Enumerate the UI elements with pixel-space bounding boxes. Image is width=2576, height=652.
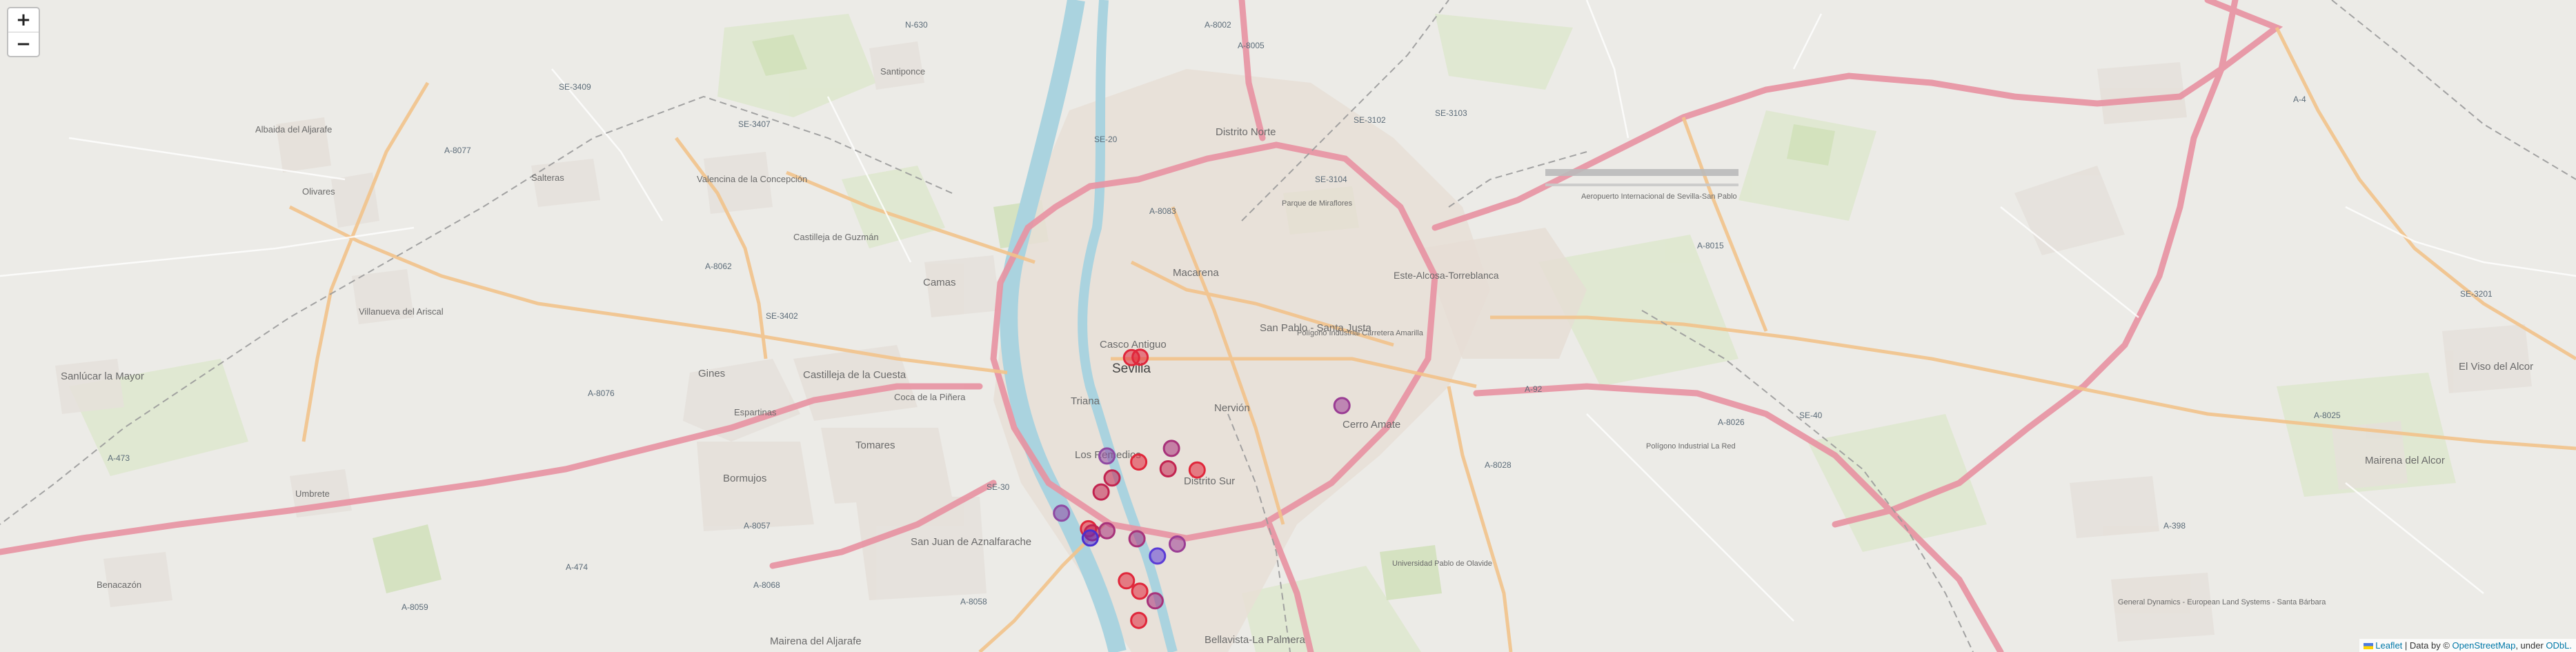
label-umbrete: Umbrete: [295, 488, 330, 499]
label-valencina: Valencina de la Concepción: [697, 174, 807, 184]
map-circle-marker[interactable]: [1103, 469, 1121, 487]
label-universidad: Universidad Pablo de Olavide: [1392, 560, 1492, 568]
map-attribution: Leaflet | Data by © OpenStreetMap, under…: [2359, 639, 2576, 652]
road-label: A-8058: [960, 597, 987, 606]
map-circle-marker[interactable]: [1159, 460, 1177, 477]
road-label: A-8015: [1697, 241, 1724, 250]
label-castilleja-guzman: Castilleja de Guzmán: [793, 232, 879, 242]
label-poligono-carretera: Polígono Industrial Carretera Amarilla: [1297, 329, 1424, 337]
road-label: A-8028: [1485, 460, 1512, 470]
odbl-link[interactable]: ODbL.: [2546, 640, 2572, 651]
road-label: N-630: [905, 20, 928, 30]
map-circle-marker[interactable]: [1333, 397, 1351, 415]
map-circle-marker[interactable]: [1188, 461, 1206, 479]
label-gines: Gines: [698, 368, 725, 379]
label-sanlucar: Sanlúcar la Mayor: [61, 371, 144, 382]
label-mairena-aljarafe: Mairena del Aljarafe: [770, 635, 862, 647]
leaflet-link[interactable]: Leaflet: [2375, 640, 2402, 651]
label-macarena: Macarena: [1173, 267, 1219, 279]
label-coca-pinera: Coca de la Piñera: [894, 392, 966, 402]
map-view[interactable]: Distrito Norte Macarena Casco Antiguo Se…: [0, 0, 2576, 652]
label-aeropuerto: Aeropuerto Internacional de Sevilla-San …: [1581, 192, 1737, 201]
road-label: SE-20: [1094, 135, 1118, 144]
road-label: A-474: [566, 562, 588, 572]
map-circle-marker[interactable]: [1128, 530, 1146, 548]
label-triana: Triana: [1071, 395, 1100, 407]
road-label: A-8025: [2314, 411, 2341, 420]
label-olivares: Olivares: [302, 186, 335, 197]
zoom-control: + −: [7, 7, 40, 57]
label-cerro-amate: Cerro Amate: [1343, 419, 1400, 431]
road-label: A-8083: [1149, 206, 1176, 216]
road-label: A-473: [108, 453, 130, 463]
road-label: A-8077: [444, 146, 471, 155]
map-circle-marker[interactable]: [1118, 572, 1136, 590]
map-circle-marker[interactable]: [1169, 535, 1186, 553]
road-label: A-92: [1525, 384, 1543, 394]
map-circle-marker[interactable]: [1053, 504, 1071, 522]
map-circle-marker[interactable]: [1098, 522, 1116, 540]
zoom-out-button[interactable]: −: [8, 32, 39, 56]
label-tomares: Tomares: [855, 439, 895, 451]
label-camas: Camas: [923, 277, 956, 288]
label-villanueva: Villanueva del Ariscal: [359, 306, 444, 317]
map-circle-marker[interactable]: [1149, 547, 1167, 565]
label-distrito-sur: Distrito Sur: [1184, 475, 1235, 487]
label-nervion: Nervión: [1214, 402, 1250, 414]
label-bellavista: Bellavista-La Palmera: [1205, 634, 1306, 646]
road-label: SE-3103: [1435, 108, 1467, 118]
label-este-alcosa: Este-Alcosa-Torreblanca: [1394, 270, 1499, 281]
label-el-viso: El Viso del Alcor: [2459, 361, 2533, 373]
road-label: A-398: [2163, 521, 2186, 531]
road-label: A-8059: [402, 602, 428, 612]
label-parque-miraflores: Parque de Miraflores: [1282, 199, 1353, 208]
road-label: SE-3407: [738, 119, 771, 129]
label-general-dynamics: General Dynamics - European Land Systems…: [2118, 598, 2326, 606]
attribution-data-by: | Data by ©: [2404, 640, 2450, 651]
road-label: SE-40: [1799, 411, 1823, 420]
attribution-under: , under: [2515, 640, 2544, 651]
label-casco-antiguo: Casco Antiguo: [1100, 339, 1167, 350]
label-benacazon: Benacazón: [97, 580, 141, 590]
road-label: SE-3409: [559, 82, 591, 92]
label-salteras: Salteras: [531, 172, 564, 183]
label-espartinas: Espartinas: [734, 407, 777, 417]
label-santiponce: Santiponce: [880, 66, 925, 77]
road-label: A-4: [2293, 95, 2306, 104]
road-label: SE-3104: [1315, 175, 1347, 184]
map-circle-marker[interactable]: [1130, 611, 1148, 629]
label-san-juan: San Juan de Aznalfarache: [911, 536, 1031, 548]
label-mairena-alcor: Mairena del Alcor: [2365, 455, 2445, 466]
label-albaida: Albaida del Aljarafe: [255, 124, 332, 135]
label-distrito-norte: Distrito Norte: [1216, 126, 1276, 138]
map-circle-marker[interactable]: [1081, 529, 1099, 547]
zoom-in-button[interactable]: +: [8, 8, 39, 32]
road-label: SE-3102: [1354, 115, 1386, 125]
openstreetmap-link[interactable]: OpenStreetMap: [2453, 640, 2516, 651]
map-circle-marker[interactable]: [1162, 439, 1180, 457]
label-castilleja-cuesta: Castilleja de la Cuesta: [803, 369, 906, 381]
road-label: A-8068: [753, 580, 780, 590]
map-circle-marker[interactable]: [1146, 592, 1164, 610]
road-label: A-8005: [1238, 41, 1265, 50]
map-circle-marker[interactable]: [1131, 582, 1149, 600]
ukraine-flag-icon: [2364, 643, 2374, 650]
map-circle-marker[interactable]: [1131, 348, 1149, 366]
road-label: A-8026: [1718, 417, 1745, 427]
label-poligono-red: Polígono Industrial La Red: [1646, 442, 1736, 451]
road-label: SE-3402: [766, 311, 798, 321]
label-bormujos: Bormujos: [723, 473, 766, 484]
road-label: A-8002: [1205, 20, 1231, 30]
road-label: A-8076: [588, 388, 615, 398]
road-label: SE-30: [987, 482, 1010, 492]
road-label: A-8057: [744, 521, 771, 531]
map-circle-marker[interactable]: [1098, 447, 1116, 465]
map-circle-marker[interactable]: [1092, 483, 1110, 501]
basemap-tiles: Distrito Norte Macarena Casco Antiguo Se…: [0, 0, 2576, 652]
map-circle-marker[interactable]: [1130, 453, 1148, 471]
road-label: A-8062: [705, 261, 732, 271]
road-label: SE-3201: [2460, 289, 2493, 299]
